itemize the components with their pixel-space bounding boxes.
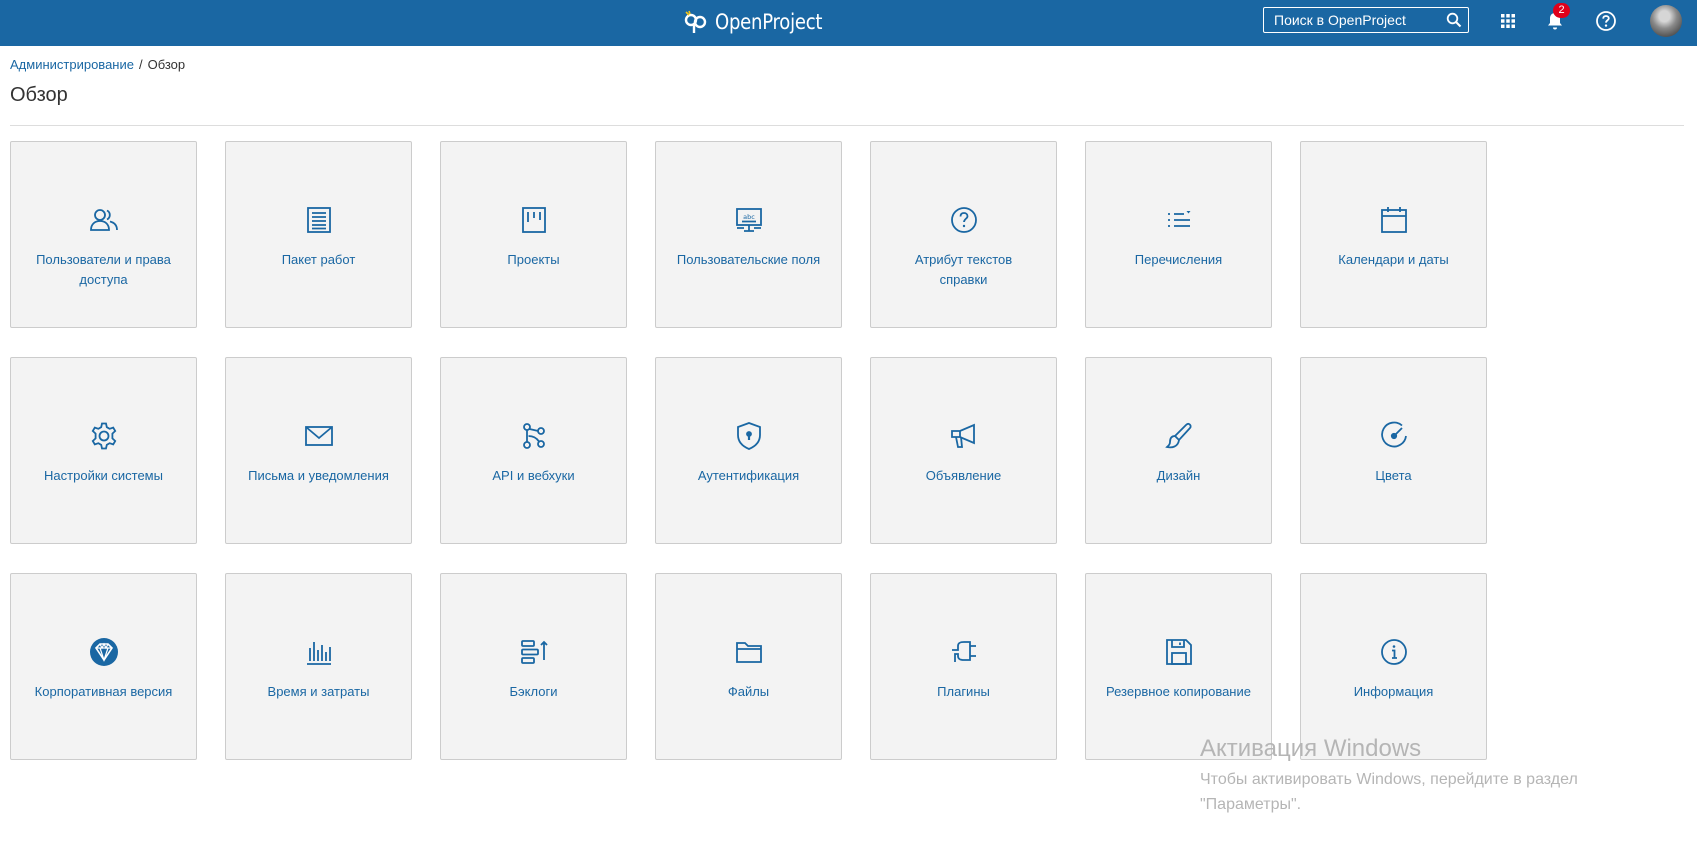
tile-label: Проекты bbox=[507, 252, 560, 267]
openproject-logo[interactable]: OpenProject bbox=[683, 6, 840, 38]
tile-enterprise-edition[interactable]: Корпоративная версия bbox=[10, 573, 197, 760]
search-input[interactable] bbox=[1264, 8, 1444, 32]
tile-api-webhooks[interactable]: API и вебхуки bbox=[440, 357, 627, 544]
tile-design[interactable]: Дизайн bbox=[1085, 357, 1272, 544]
user-avatar[interactable] bbox=[1650, 5, 1682, 37]
windows-activation-watermark: Активация Windows Чтобы активировать Win… bbox=[1200, 735, 1640, 817]
tile-label: Настройки системы bbox=[44, 468, 163, 483]
custom-fields-icon: abc bbox=[733, 204, 765, 236]
shield-lock-icon bbox=[733, 420, 765, 452]
watermark-text: Чтобы активировать Windows, перейдите в … bbox=[1200, 771, 1578, 813]
svg-text:abc: abc bbox=[743, 213, 755, 221]
app-name: OpenProject bbox=[715, 10, 823, 34]
tile-label: Объявление bbox=[925, 468, 1002, 483]
search-icon[interactable] bbox=[1446, 12, 1462, 28]
mail-icon bbox=[303, 420, 335, 452]
tile-label: Аутентификация bbox=[697, 468, 800, 483]
tile-files[interactable]: Файлы bbox=[655, 573, 842, 760]
watermark-title: Активация Windows bbox=[1200, 735, 1422, 762]
enterprise-icon bbox=[88, 636, 120, 668]
admin-tiles-grid: Пользователи и права доступа Пакет работ… bbox=[10, 141, 1487, 760]
plugin-icon bbox=[948, 636, 980, 668]
backlogs-icon bbox=[518, 636, 550, 668]
tile-label: Файлы bbox=[727, 684, 770, 699]
gear-icon bbox=[88, 420, 120, 452]
calendar-icon bbox=[1378, 204, 1410, 236]
users-icon bbox=[88, 204, 120, 236]
tile-label: Плагины bbox=[937, 684, 990, 699]
projects-icon bbox=[518, 204, 550, 236]
tile-projects[interactable]: Проекты bbox=[440, 141, 627, 328]
help-question-icon bbox=[948, 204, 980, 236]
notification-count-badge: 2 bbox=[1553, 3, 1570, 18]
tile-calendars-dates[interactable]: Календари и даты bbox=[1300, 141, 1487, 328]
tile-help-texts[interactable]: Атрибут текстов справки bbox=[870, 141, 1057, 328]
tile-system-settings[interactable]: Настройки системы bbox=[10, 357, 197, 544]
tile-label: Письма и уведомления bbox=[248, 468, 389, 483]
tile-label: Дизайн bbox=[1156, 468, 1201, 483]
megaphone-icon bbox=[948, 420, 980, 452]
tile-label: Цвета bbox=[1375, 468, 1412, 483]
tile-label: Пользователи и права доступа bbox=[36, 252, 171, 287]
help-icon[interactable] bbox=[1595, 10, 1617, 32]
enumerations-icon bbox=[1163, 204, 1195, 236]
breadcrumb-current: Обзор bbox=[147, 57, 186, 72]
tile-time-costs[interactable]: Время и затраты bbox=[225, 573, 412, 760]
tile-label: Пользовательские поля bbox=[676, 252, 821, 267]
openproject-logo-icon bbox=[684, 10, 707, 33]
breadcrumb-separator: / bbox=[138, 57, 143, 72]
tile-enumerations[interactable]: Перечисления bbox=[1085, 141, 1272, 328]
tile-label: Календари и даты bbox=[1338, 252, 1449, 267]
tile-label: Информация bbox=[1353, 684, 1434, 699]
tile-plugins[interactable]: Плагины bbox=[870, 573, 1057, 760]
tile-label: API и вебхуки bbox=[492, 468, 575, 483]
tile-label: Время и затраты bbox=[267, 684, 370, 699]
global-search[interactable] bbox=[1263, 7, 1469, 33]
tile-custom-fields[interactable]: abc Пользовательские поля bbox=[655, 141, 842, 328]
tile-label: Перечисления bbox=[1134, 252, 1223, 267]
tile-label: Атрибут текстов справки bbox=[914, 252, 1013, 287]
brush-icon bbox=[1163, 420, 1195, 452]
page-title: Обзор bbox=[10, 84, 68, 106]
tile-authentication[interactable]: Аутентификация bbox=[655, 357, 842, 544]
info-icon bbox=[1378, 636, 1410, 668]
title-divider bbox=[10, 125, 1684, 126]
tile-mail-notifications[interactable]: Письма и уведомления bbox=[225, 357, 412, 544]
tile-work-packages[interactable]: Пакет работ bbox=[225, 141, 412, 328]
tile-backup[interactable]: Резервное копирование bbox=[1085, 573, 1272, 760]
breadcrumb: Администрирование / Обзор bbox=[10, 57, 185, 72]
tile-colors[interactable]: Цвета bbox=[1300, 357, 1487, 544]
tile-label: Корпоративная версия bbox=[34, 684, 173, 699]
api-icon bbox=[518, 420, 550, 452]
modules-grid-icon[interactable] bbox=[1497, 10, 1519, 32]
top-menu-bar: OpenProject 2 bbox=[0, 0, 1697, 46]
tile-label: Резервное копирование bbox=[1106, 684, 1251, 699]
color-dial-icon bbox=[1378, 420, 1410, 452]
tile-information[interactable]: Информация bbox=[1300, 573, 1487, 760]
tile-users[interactable]: Пользователи и права доступа bbox=[10, 141, 197, 328]
breadcrumb-link-administration[interactable]: Администрирование bbox=[10, 57, 134, 72]
tile-label: Пакет работ bbox=[281, 252, 356, 267]
tile-announcement[interactable]: Объявление bbox=[870, 357, 1057, 544]
tile-backlogs[interactable]: Бэклоги bbox=[440, 573, 627, 760]
work-package-icon bbox=[303, 204, 335, 236]
folder-icon bbox=[733, 636, 765, 668]
save-icon bbox=[1163, 636, 1195, 668]
tile-label: Бэклоги bbox=[509, 684, 558, 699]
time-costs-icon bbox=[303, 636, 335, 668]
